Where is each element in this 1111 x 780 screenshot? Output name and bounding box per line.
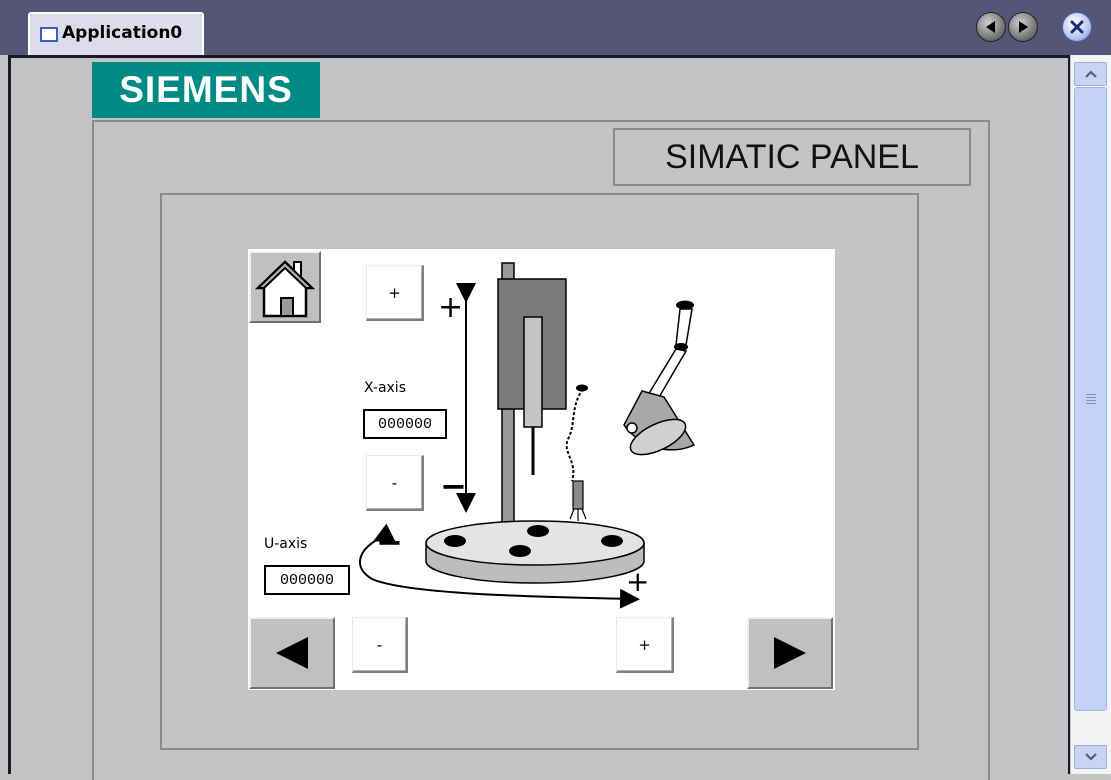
back-button[interactable] xyxy=(976,12,1006,42)
forward-button[interactable] xyxy=(1008,12,1038,42)
hmi-screen: + + X-axis 000000 - − U-axis 000000 − + xyxy=(248,249,835,690)
lamp-arm-upper xyxy=(675,308,693,346)
u-axis-minus-button[interactable]: - xyxy=(352,617,408,673)
u-axis-plus-label: + xyxy=(638,635,651,654)
table-hole-1 xyxy=(444,535,466,547)
lamp-bulb xyxy=(626,422,638,434)
lamp-arm-lower xyxy=(646,348,688,400)
close-button[interactable] xyxy=(1062,12,1092,42)
window-icon xyxy=(40,27,58,42)
triangle-right-icon xyxy=(1019,21,1028,33)
x-icon xyxy=(1070,20,1084,34)
machine-spindle xyxy=(523,316,543,428)
tab-application0[interactable]: Application0 xyxy=(28,12,204,55)
table-hole-3 xyxy=(509,545,531,557)
chevron-up-icon xyxy=(1084,70,1097,78)
probe-cable xyxy=(565,388,584,482)
vertical-scrollbar[interactable] xyxy=(1071,55,1111,774)
probe-mount xyxy=(576,384,588,392)
title-bar: Application0 xyxy=(0,0,1111,55)
table-hole-4 xyxy=(601,535,623,547)
triangle-left-icon xyxy=(986,21,995,33)
logo-text: SIEMENS xyxy=(119,69,293,110)
siemens-logo: SIEMENS xyxy=(92,62,320,118)
chevron-down-icon xyxy=(1084,753,1097,761)
triangle-left-icon xyxy=(276,637,308,669)
scroll-thumb[interactable] xyxy=(1074,87,1107,711)
scroll-down-button[interactable] xyxy=(1074,745,1107,769)
u-axis-plus-button[interactable]: + xyxy=(616,617,674,673)
probe-body xyxy=(572,480,584,510)
u-axis-minus-label: - xyxy=(376,635,383,654)
scroll-up-button[interactable] xyxy=(1074,62,1107,86)
table-hole-2 xyxy=(527,525,549,537)
tab-label: Application0 xyxy=(62,23,183,43)
panel-name-plate: SIMATIC PANEL xyxy=(613,128,971,186)
panel-name-text: SIMATIC PANEL xyxy=(665,137,919,176)
next-screen-button[interactable] xyxy=(747,617,833,689)
lamp-mount xyxy=(676,300,694,310)
grip-icon xyxy=(1085,392,1096,406)
previous-screen-button[interactable] xyxy=(249,617,335,689)
probe-tips xyxy=(569,508,587,521)
triangle-right-icon xyxy=(774,637,806,669)
